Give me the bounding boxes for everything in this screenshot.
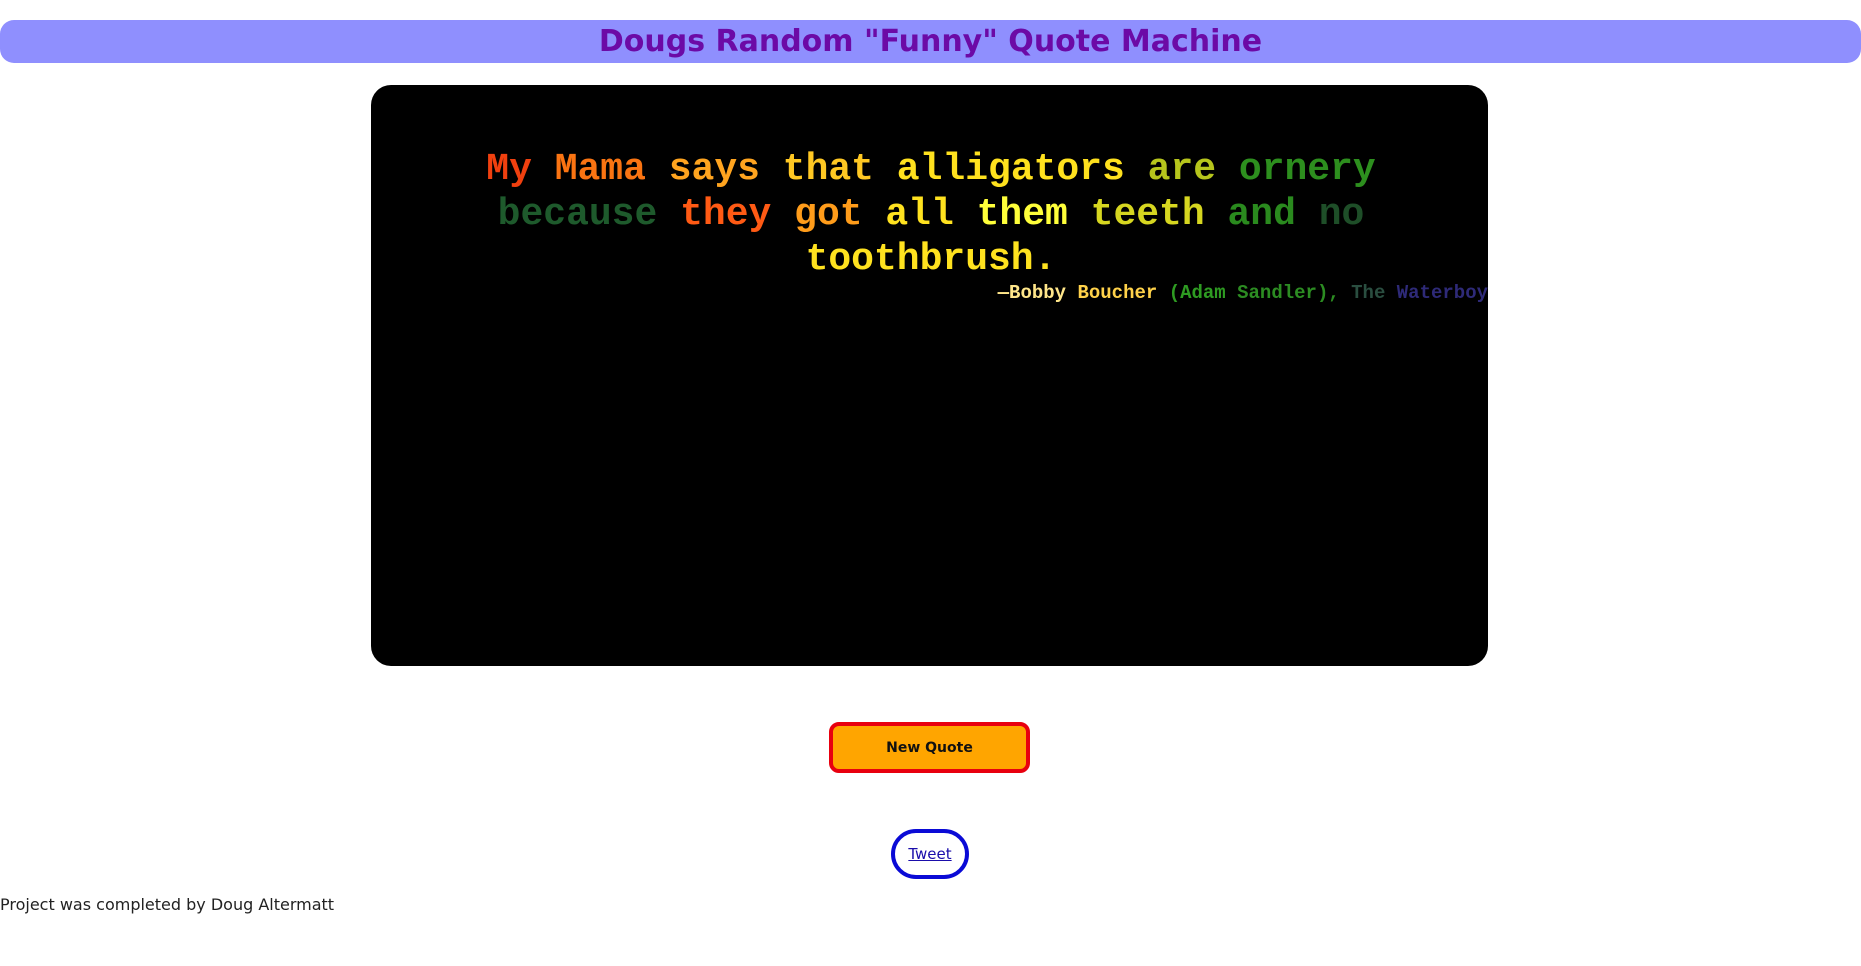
author-word: Sandler), xyxy=(1237,282,1340,304)
quote-word: no xyxy=(1318,193,1365,236)
quote-word: because xyxy=(497,193,658,236)
quote-word: toothbrush. xyxy=(805,238,1057,281)
quote-word: that xyxy=(782,148,874,191)
quote-word: Mama xyxy=(554,148,646,191)
author-word: Waterboy xyxy=(1396,282,1488,304)
quote-word: all xyxy=(885,193,954,236)
page-title: Dougs Random "Funny" Quote Machine xyxy=(598,24,1263,59)
quote-box: My Mama says that alligators are ornery … xyxy=(371,85,1488,666)
quote-word: alligators xyxy=(896,148,1125,191)
quote-word: ornery xyxy=(1238,148,1376,191)
quote-word: got xyxy=(794,193,863,236)
tweet-button[interactable]: Tweet xyxy=(891,829,969,879)
quote-word: teeth xyxy=(1090,193,1205,236)
new-quote-button[interactable]: New Quote xyxy=(829,722,1030,773)
quote-word: they xyxy=(680,193,772,236)
quote-word: My xyxy=(486,148,532,191)
quote-word: are xyxy=(1147,148,1217,191)
quote-word: says xyxy=(668,148,760,191)
author-word: (Adam xyxy=(1168,282,1226,304)
header-bar: Dougs Random "Funny" Quote Machine xyxy=(0,20,1861,63)
author-word: —Bobby xyxy=(997,282,1067,304)
quote-word: them xyxy=(976,193,1068,236)
quote-text: My Mama says that alligators are ornery … xyxy=(431,147,1431,282)
quote-author: —Bobby Boucher (Adam Sandler), The Water… xyxy=(998,282,1488,304)
author-word: Boucher xyxy=(1077,282,1158,304)
quote-word: and xyxy=(1227,193,1296,236)
footer-credit: Project was completed by Doug Altermatt xyxy=(0,895,335,914)
author-word: The xyxy=(1351,282,1386,304)
